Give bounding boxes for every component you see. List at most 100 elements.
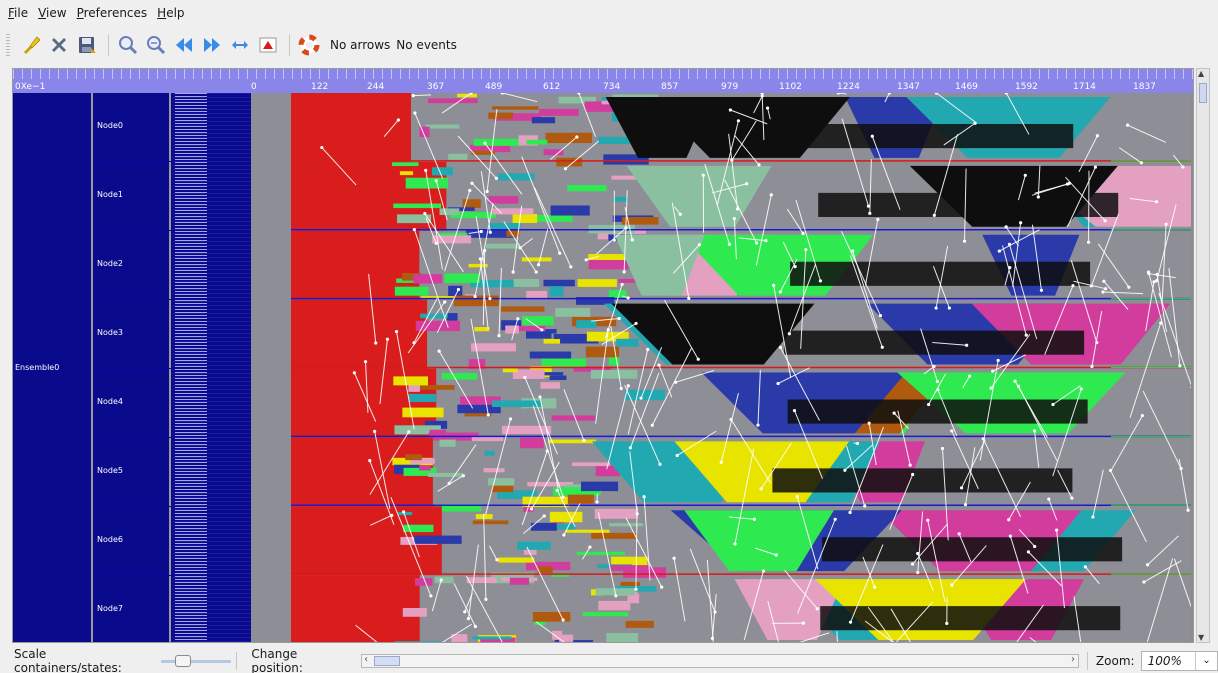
scroll-down-icon[interactable]: ▼ — [1198, 633, 1204, 642]
next-icon[interactable] — [199, 32, 225, 58]
arrow-head — [997, 249, 1001, 253]
state-timeline-canvas[interactable] — [291, 93, 1191, 643]
state-block — [408, 393, 436, 403]
state-block — [427, 98, 478, 104]
state-block — [522, 316, 554, 326]
arrow-head — [932, 364, 936, 369]
scroll-right-icon[interactable]: › — [1071, 654, 1075, 665]
state-block — [501, 425, 552, 435]
arrow-head — [776, 381, 780, 386]
arrow-head — [516, 317, 520, 321]
arrow-head — [646, 347, 650, 352]
scroll-top-icon[interactable] — [255, 32, 281, 58]
state-block — [484, 450, 495, 456]
zoom-combobox[interactable]: 100% ⌄ — [1140, 650, 1218, 671]
close-icon[interactable] — [46, 32, 72, 58]
arrow-head — [697, 243, 702, 247]
state-block — [402, 407, 444, 418]
position-scroll-thumb[interactable] — [374, 655, 401, 666]
ensemble-label[interactable]: Ensemble0 — [15, 363, 59, 372]
toolbar-grip[interactable] — [6, 34, 10, 56]
scroll-up-icon[interactable]: ▲ — [1198, 69, 1204, 78]
node-row[interactable]: Node5 — [95, 438, 171, 507]
arrow-head — [1104, 287, 1108, 291]
arrow-head — [320, 145, 324, 150]
scroll-left-icon[interactable]: ‹ — [364, 654, 368, 665]
state-block — [790, 261, 1091, 286]
node-row[interactable]: Node6 — [95, 507, 171, 576]
arrow-head — [497, 334, 501, 338]
ruler-label: 122 — [311, 82, 329, 92]
node-row[interactable]: Node3 — [95, 300, 171, 369]
node-row[interactable]: Node0 — [95, 93, 171, 162]
state-block — [616, 338, 639, 347]
previous-icon[interactable] — [171, 32, 197, 58]
arrow-head — [488, 296, 492, 301]
state-block — [488, 196, 519, 204]
zoom-in-icon[interactable] — [115, 32, 141, 58]
arrow-head — [674, 380, 678, 384]
arrow-head — [630, 238, 634, 242]
arrow-head — [1083, 565, 1087, 569]
state-block — [820, 606, 1121, 631]
state-block — [439, 208, 460, 216]
fit-width-icon[interactable] — [227, 32, 253, 58]
trace-view[interactable]: 0Xe−1 0 122 244 367 489 612 734 857 979 … — [12, 68, 1194, 643]
state-block — [441, 373, 478, 380]
arrow-head — [1146, 270, 1151, 274]
vertical-scroll-thumb[interactable] — [1199, 83, 1207, 103]
help-lifebuoy-icon[interactable] — [296, 32, 322, 58]
arrow-head — [626, 384, 630, 388]
chevron-down-icon[interactable]: ⌄ — [1195, 651, 1217, 670]
save-icon[interactable] — [74, 32, 100, 58]
scale-slider-track[interactable] — [160, 659, 231, 663]
state-block — [590, 369, 638, 379]
arrow-head — [932, 213, 936, 217]
state-block — [434, 576, 454, 584]
arrow-head — [719, 460, 723, 464]
menu-preferences[interactable]: Preferences — [77, 6, 148, 20]
menu-file[interactable]: File — [8, 6, 28, 20]
arrow-head — [965, 343, 969, 347]
node-row[interactable]: Node1 — [95, 162, 171, 231]
arrow-head — [463, 610, 467, 614]
arrow-head — [429, 594, 433, 598]
arrow-head — [468, 188, 472, 193]
arrow-head — [687, 296, 691, 300]
ruler-label: 0Xe−1 — [15, 82, 46, 92]
node-row[interactable]: Node4 — [95, 369, 171, 438]
arrow-head — [437, 349, 441, 353]
arrow-head — [959, 486, 964, 490]
node-row[interactable]: Node7 — [95, 576, 171, 642]
vertical-scrollbar[interactable]: ▲ ▼ — [1196, 68, 1210, 643]
state-block — [414, 535, 462, 544]
time-ruler[interactable]: 0Xe−1 0 122 244 367 489 612 734 857 979 … — [13, 69, 1193, 93]
arrow-head — [1033, 544, 1037, 549]
state-block — [618, 278, 636, 283]
menu-help[interactable]: Help — [157, 6, 184, 20]
position-scrollbar[interactable]: ‹ › — [361, 653, 1079, 668]
arrow-head — [1079, 642, 1082, 643]
arrow-head — [945, 621, 949, 625]
scale-slider[interactable] — [160, 654, 231, 667]
arrow-head — [778, 290, 782, 294]
arrow-head — [792, 408, 797, 413]
arrow-head — [628, 446, 633, 450]
node-row[interactable]: Node2 — [95, 231, 171, 300]
state-block — [393, 376, 428, 386]
thread-column[interactable] — [173, 93, 251, 642]
arrow-head — [642, 495, 646, 499]
state-block — [492, 485, 514, 493]
arrow-head — [892, 411, 896, 415]
brush-icon[interactable] — [18, 32, 44, 58]
menu-view[interactable]: View — [38, 6, 66, 20]
zoom-out-icon[interactable] — [143, 32, 169, 58]
arrow-head — [660, 585, 664, 589]
zoom-value[interactable]: 100% — [1148, 654, 1182, 668]
arrow-head — [818, 279, 823, 283]
arrow-head — [483, 141, 487, 145]
arrow-head — [486, 413, 490, 417]
scale-slider-handle[interactable] — [174, 654, 191, 667]
ruler-ticks — [13, 69, 1193, 79]
ensemble-column[interactable]: Ensemble0 — [13, 93, 93, 642]
